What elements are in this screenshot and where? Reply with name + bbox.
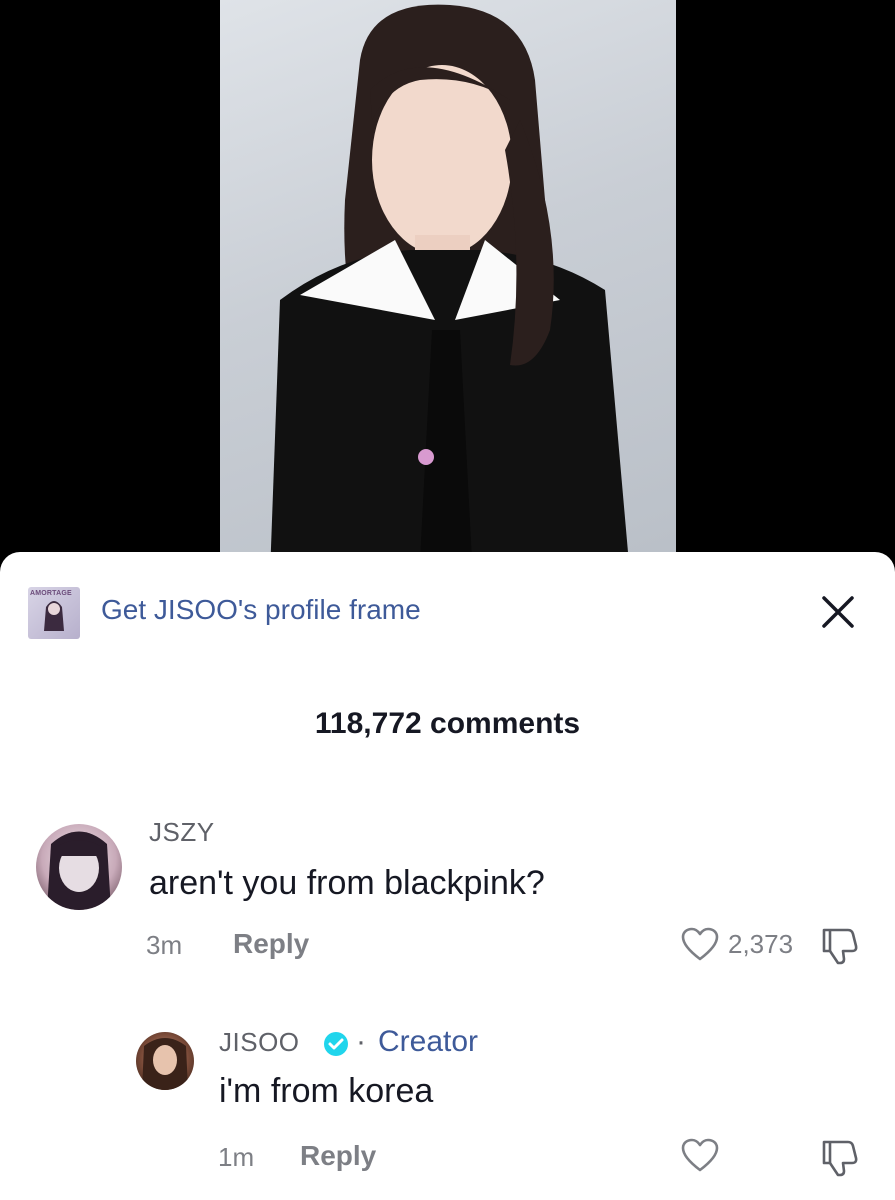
- verified-badge-icon: [324, 1032, 348, 1056]
- frame-figure-icon: [44, 601, 64, 631]
- avatar[interactable]: [36, 824, 122, 910]
- video-person-figure: [270, 4, 630, 575]
- comments-count: 118,772 comments: [314, 707, 581, 740]
- reply-button[interactable]: Reply: [300, 1140, 376, 1172]
- comment-username[interactable]: JISOO: [219, 1027, 300, 1058]
- comment-text: aren't you from blackpink?: [149, 864, 545, 902]
- dislike-icon: [822, 1140, 858, 1177]
- close-icon: [822, 596, 854, 628]
- comment-username[interactable]: JSZY: [149, 817, 215, 848]
- close-button[interactable]: [818, 592, 858, 632]
- dislike-icon: [822, 928, 858, 965]
- comment-text: i'm from korea: [219, 1072, 434, 1110]
- verified-check: [328, 1038, 344, 1050]
- reply-button[interactable]: Reply: [233, 928, 309, 960]
- like-count: 2,373: [728, 929, 794, 959]
- comment-time: 3m: [146, 930, 183, 960]
- profile-frame-thumbnail[interactable]: AMORTAGE: [28, 587, 80, 639]
- comment-time: 1m: [218, 1142, 255, 1172]
- dislike-button[interactable]: [818, 1136, 862, 1178]
- video-player[interactable]: [0, 0, 895, 600]
- avatar[interactable]: [136, 1032, 194, 1090]
- comments-sheet: AMORTAGE Get JISOO's profile frame 118,7…: [0, 552, 895, 1200]
- video-frame: [220, 0, 676, 575]
- creator-badge: Creator: [378, 1025, 479, 1058]
- heart-icon: [681, 1138, 719, 1172]
- dislike-button[interactable]: [818, 924, 862, 966]
- like-button[interactable]: [680, 1137, 720, 1173]
- avatar-image: [47, 831, 111, 910]
- name-separator: ·: [356, 1025, 366, 1058]
- heart-icon: [681, 927, 719, 961]
- profile-frame-banner[interactable]: Get JISOO's profile frame: [101, 594, 421, 626]
- avatar-image: [142, 1038, 188, 1090]
- like-button[interactable]: [680, 926, 720, 962]
